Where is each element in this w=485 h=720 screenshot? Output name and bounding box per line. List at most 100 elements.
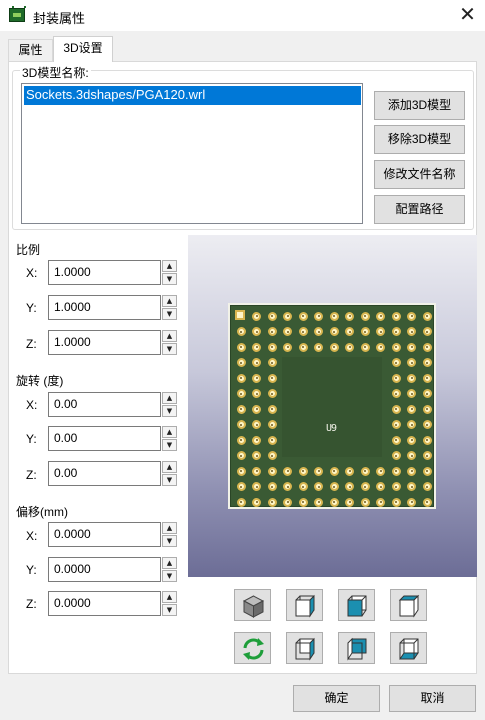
- spin-down-icon[interactable]: ▼: [162, 604, 177, 616]
- spin-up-icon[interactable]: ▲: [162, 392, 177, 404]
- pin-pad: [407, 451, 416, 460]
- pin-pad: [236, 342, 246, 352]
- scale-x-spinner[interactable]: ▲ ▼: [162, 260, 177, 285]
- rotation-y-spinner[interactable]: ▲ ▼: [162, 426, 177, 451]
- pin-pad: [391, 358, 401, 367]
- pin-pad: [391, 451, 401, 460]
- spin-up-icon[interactable]: ▲: [162, 295, 177, 307]
- pin-pad: [267, 358, 277, 367]
- pin-pad: [267, 482, 277, 491]
- spin-down-icon[interactable]: ▼: [162, 535, 177, 547]
- spin-up-icon[interactable]: ▲: [162, 461, 177, 473]
- offset-x-input[interactable]: 0.0000: [48, 522, 161, 547]
- offset-z-input[interactable]: 0.0000: [48, 591, 161, 616]
- spin-down-icon[interactable]: ▼: [162, 405, 177, 417]
- view-iso-button[interactable]: [234, 589, 271, 621]
- spin-down-icon[interactable]: ▼: [162, 343, 177, 355]
- pin-pad: [391, 482, 401, 491]
- view-top-button[interactable]: [390, 589, 427, 621]
- pin-pad: [314, 497, 323, 507]
- pin-pad: [329, 466, 339, 476]
- remove-3d-model-button[interactable]: 移除3D模型: [374, 125, 465, 154]
- spin-up-icon[interactable]: ▲: [162, 330, 177, 342]
- pin-pad: [252, 373, 261, 383]
- scale-y-label: Y:: [26, 301, 37, 315]
- close-button[interactable]: ✕: [450, 0, 485, 31]
- spin-up-icon[interactable]: ▲: [162, 426, 177, 438]
- pin-pad: [329, 497, 339, 507]
- pin-pad: [283, 311, 292, 321]
- spin-up-icon[interactable]: ▲: [162, 591, 177, 603]
- offset-x-spinner[interactable]: ▲ ▼: [162, 522, 177, 547]
- pin-pad: [422, 327, 432, 336]
- rotation-y-input[interactable]: 0.00: [48, 426, 161, 451]
- spin-up-icon[interactable]: ▲: [162, 522, 177, 534]
- pin-pad: [314, 482, 323, 491]
- model-list[interactable]: Sockets.3dshapes/PGA120.wrl: [21, 83, 363, 224]
- pin-pad: [391, 373, 401, 383]
- pin-pad: [422, 389, 432, 398]
- pin-pad: [360, 311, 370, 321]
- pin-pad: [422, 497, 432, 507]
- add-3d-model-button[interactable]: 添加3D模型: [374, 91, 465, 120]
- pin-pad: [267, 497, 277, 507]
- scale-y-input[interactable]: 1.0000: [48, 295, 161, 320]
- view-left-button[interactable]: [338, 589, 375, 621]
- pin-pad: [391, 420, 401, 429]
- pin-pad: [407, 342, 416, 352]
- rotation-z-label: Z:: [26, 468, 37, 482]
- pin-pad: [329, 482, 339, 491]
- scale-z-spinner[interactable]: ▲ ▼: [162, 330, 177, 355]
- offset-z-spinner[interactable]: ▲ ▼: [162, 591, 177, 616]
- spin-down-icon[interactable]: ▼: [162, 273, 177, 285]
- pin-pad: [252, 404, 261, 414]
- pin-pad: [376, 497, 385, 507]
- tab-3d-settings[interactable]: 3D设置: [53, 36, 113, 62]
- view-back-button[interactable]: [286, 632, 323, 664]
- model-list-item[interactable]: Sockets.3dshapes/PGA120.wrl: [24, 86, 361, 105]
- pin-pad: [252, 451, 261, 460]
- tab-properties[interactable]: 属性: [8, 39, 53, 61]
- rotation-z-input[interactable]: 0.00: [48, 461, 161, 486]
- pin-pad: [267, 466, 277, 476]
- pin-pad: [236, 373, 246, 383]
- offset-y-spinner[interactable]: ▲ ▼: [162, 557, 177, 582]
- reload-button[interactable]: [234, 632, 271, 664]
- pin-pad: [298, 327, 308, 336]
- spin-down-icon[interactable]: ▼: [162, 439, 177, 451]
- ok-button[interactable]: 确定: [293, 685, 380, 712]
- pin-pad: [252, 342, 261, 352]
- pin-pad: [360, 497, 370, 507]
- scale-z-input[interactable]: 1.0000: [48, 330, 161, 355]
- pin-pad: [407, 482, 416, 491]
- pin-pad: [360, 342, 370, 352]
- spin-up-icon[interactable]: ▲: [162, 260, 177, 272]
- configure-paths-button[interactable]: 配置路径: [374, 195, 465, 224]
- rotation-x-spinner[interactable]: ▲ ▼: [162, 392, 177, 417]
- cancel-button[interactable]: 取消: [389, 685, 476, 712]
- spin-down-icon[interactable]: ▼: [162, 474, 177, 486]
- scale-x-input[interactable]: 1.0000: [48, 260, 161, 285]
- spin-down-icon[interactable]: ▼: [162, 308, 177, 320]
- pin-pad: [252, 466, 261, 476]
- rename-file-button[interactable]: 修改文件名称: [374, 160, 465, 189]
- pin-pad: [345, 497, 354, 507]
- pin-pad: [329, 311, 339, 321]
- pin-pad: [267, 327, 277, 336]
- pin-pad: [236, 358, 246, 367]
- pin-pad: [391, 466, 401, 476]
- rotation-x-input[interactable]: 0.00: [48, 392, 161, 417]
- spin-down-icon[interactable]: ▼: [162, 570, 177, 582]
- offset-y-input[interactable]: 0.0000: [48, 557, 161, 582]
- view-front-button[interactable]: [286, 589, 323, 621]
- pin-pad: [345, 482, 354, 491]
- spin-up-icon[interactable]: ▲: [162, 557, 177, 569]
- rotation-z-spinner[interactable]: ▲ ▼: [162, 461, 177, 486]
- pin-pad: [314, 466, 323, 476]
- pin-pad: [252, 482, 261, 491]
- view-right-button[interactable]: [338, 632, 375, 664]
- view-bottom-button[interactable]: [390, 632, 427, 664]
- scale-y-spinner[interactable]: ▲ ▼: [162, 295, 177, 320]
- view-front-icon: [295, 594, 315, 618]
- pin-pad: [422, 435, 432, 445]
